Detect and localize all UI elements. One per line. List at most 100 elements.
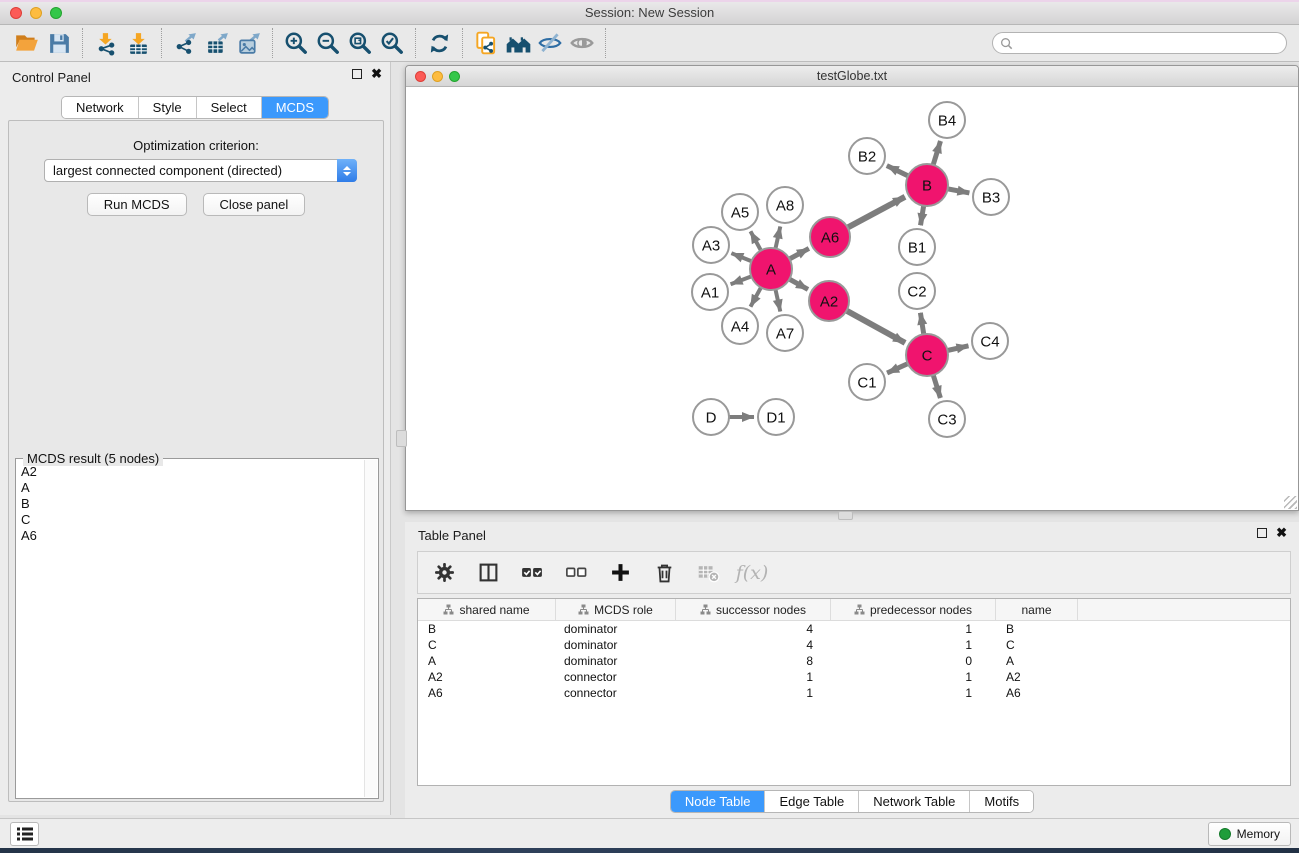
graph-node-A3[interactable]: A3	[693, 227, 729, 263]
desktop-background-strip	[0, 848, 1299, 853]
window-title: Session: New Session	[0, 5, 1299, 20]
criterion-dropdown[interactable]: largest connected component (directed)	[44, 159, 357, 182]
graph-node-C[interactable]: C	[906, 334, 948, 376]
cell-successor-nodes: 1	[676, 686, 831, 700]
task-history-button[interactable]	[10, 822, 39, 846]
graph-node-A1[interactable]: A1	[692, 274, 728, 310]
tab-network-table[interactable]: Network Table	[859, 791, 970, 812]
tab-select[interactable]: Select	[197, 97, 262, 118]
hide-selected-button[interactable]	[534, 29, 566, 57]
table-row[interactable]: C dominator 4 1 C	[418, 637, 1290, 653]
tab-network[interactable]: Network	[62, 97, 139, 118]
duplicate-network-button[interactable]	[470, 29, 502, 57]
graph-node-A7[interactable]: A7	[767, 315, 803, 351]
graph-node-A2[interactable]: A2	[809, 281, 849, 321]
node-label: C2	[907, 284, 926, 301]
select-all-button[interactable]	[518, 559, 546, 587]
graph-node-A5[interactable]: A5	[722, 194, 758, 230]
graph-node-A8[interactable]: A8	[767, 187, 803, 223]
graph-node-D[interactable]: D	[693, 399, 729, 435]
graph-node-A6[interactable]: A6	[810, 217, 850, 257]
column-header-shared-name[interactable]: shared name	[418, 599, 556, 620]
table-close-icon[interactable]: ✖	[1276, 528, 1287, 538]
main-area: Control Panel ✖ Network Style Select MCD…	[0, 62, 1299, 818]
mcds-result-list: A2 A B C A6	[17, 460, 364, 797]
vertical-splitter-grip[interactable]	[396, 430, 407, 447]
table-row[interactable]: A dominator 8 0 A	[418, 653, 1290, 669]
graph-node-D1[interactable]: D1	[758, 399, 794, 435]
table-float-icon[interactable]	[1257, 528, 1267, 538]
optimization-criterion-label: Optimization criterion:	[9, 138, 383, 153]
horizontal-splitter-grip[interactable]	[838, 511, 853, 520]
delete-table-button[interactable]	[694, 559, 722, 587]
table-settings-button[interactable]	[430, 559, 458, 587]
function-builder-button[interactable]: f(x)	[738, 559, 766, 587]
table-row[interactable]: B dominator 4 1 B	[418, 621, 1290, 637]
run-mcds-button[interactable]: Run MCDS	[87, 193, 187, 216]
network-canvas[interactable]: B4 B2 B B3 A5A8A6 A3 A B1 A1 C2 A4A7A2 C4 C C1 C3 D D1	[406, 87, 1298, 510]
eye-slash-icon	[537, 30, 563, 56]
export-table-button[interactable]	[201, 29, 233, 57]
memory-button[interactable]: Memory	[1208, 822, 1291, 846]
zoom-in-button[interactable]	[280, 29, 312, 57]
save-session-button[interactable]	[43, 29, 75, 57]
home-neighbors-button[interactable]	[502, 29, 534, 57]
table-row[interactable]: A6 connector 1 1 A6	[418, 685, 1290, 701]
window-resize-grip[interactable]	[1284, 496, 1297, 509]
table-panel-header: Table Panel ✖	[405, 522, 1299, 548]
cell-predecessor-nodes: 1	[831, 638, 996, 652]
toolbar-group-zoom	[273, 28, 416, 58]
export-network-button[interactable]	[169, 29, 201, 57]
result-list-scrollbar[interactable]	[364, 460, 377, 797]
graph-node-C2[interactable]: C2	[899, 273, 935, 309]
graph-node-B3[interactable]: B3	[973, 179, 1009, 215]
graph-node-C1[interactable]: C1	[849, 364, 885, 400]
tab-node-table[interactable]: Node Table	[671, 791, 766, 812]
column-header-successor-nodes[interactable]: successor nodes	[676, 599, 831, 620]
table-remove-icon	[697, 561, 720, 584]
magnifier-fit-icon	[347, 30, 373, 56]
graph-node-B2[interactable]: B2	[849, 138, 885, 174]
graph-node-C4[interactable]: C4	[972, 323, 1008, 359]
add-column-button[interactable]	[606, 559, 634, 587]
delete-column-button[interactable]	[650, 559, 678, 587]
tab-motifs[interactable]: Motifs	[970, 791, 1033, 812]
column-header-mcds-role[interactable]: MCDS role	[556, 599, 676, 620]
graph-node-B[interactable]: B	[906, 164, 948, 206]
graph-node-A[interactable]: A	[750, 248, 792, 290]
column-header-predecessor-nodes[interactable]: predecessor nodes	[831, 599, 996, 620]
zoom-out-button[interactable]	[312, 29, 344, 57]
graph-node-B4[interactable]: B4	[929, 102, 965, 138]
close-panel-icon[interactable]: ✖	[371, 69, 382, 79]
graph-node-A4[interactable]: A4	[722, 308, 758, 344]
node-label: D1	[766, 410, 785, 427]
show-columns-button[interactable]	[474, 559, 502, 587]
import-table-button[interactable]	[122, 29, 154, 57]
show-all-button[interactable]	[566, 29, 598, 57]
mcds-result-item[interactable]: C	[21, 512, 364, 528]
deselect-all-button[interactable]	[562, 559, 590, 587]
mcds-result-item[interactable]: A	[21, 480, 364, 496]
refresh-view-button[interactable]	[423, 29, 455, 57]
graph-node-C3[interactable]: C3	[929, 401, 965, 437]
search-input[interactable]	[1017, 34, 1286, 52]
list-icon	[16, 826, 34, 842]
tab-edge-table[interactable]: Edge Table	[765, 791, 859, 812]
graph-node-B1[interactable]: B1	[899, 229, 935, 265]
node-label: A3	[702, 238, 720, 255]
node-label: D	[706, 410, 717, 427]
open-session-button[interactable]	[11, 29, 43, 57]
export-image-button[interactable]	[233, 29, 265, 57]
tab-style[interactable]: Style	[139, 97, 197, 118]
table-row[interactable]: A2 connector 1 1 A2	[418, 669, 1290, 685]
float-panel-icon[interactable]	[352, 69, 362, 79]
column-header-name[interactable]: name	[996, 599, 1078, 620]
tab-mcds[interactable]: MCDS	[262, 97, 328, 118]
close-panel-button[interactable]: Close panel	[203, 193, 306, 216]
import-network-button[interactable]	[90, 29, 122, 57]
zoom-selected-button[interactable]	[376, 29, 408, 57]
mcds-result-item[interactable]: B	[21, 496, 364, 512]
zoom-fit-button[interactable]	[344, 29, 376, 57]
mcds-result-item[interactable]: A6	[21, 528, 364, 544]
mcds-result-item[interactable]: A2	[21, 464, 364, 480]
